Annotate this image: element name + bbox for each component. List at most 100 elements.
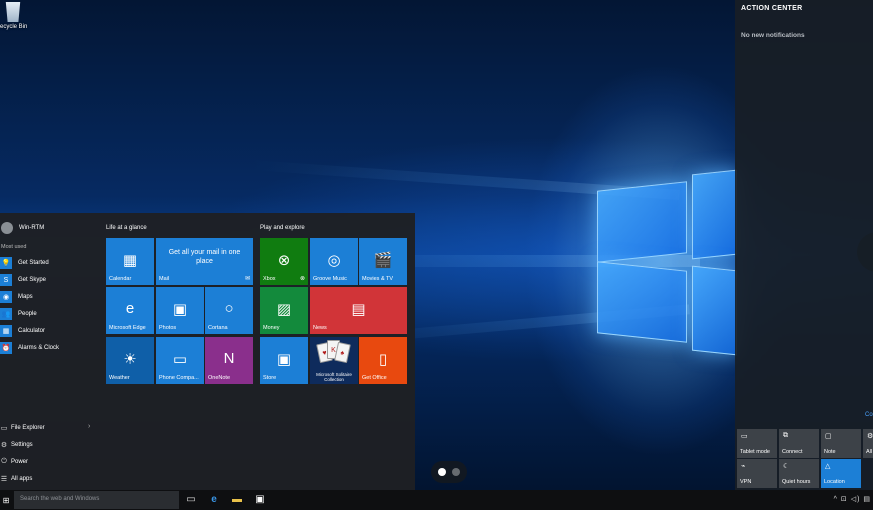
list-item-label: Get Skype: [18, 277, 47, 283]
tile-phone-companion[interactable]: ▭ Phone Compa...: [156, 337, 204, 384]
list-item-label: Maps: [18, 294, 33, 300]
tile-label: Mail: [159, 276, 170, 282]
windows-logo-pane: [597, 181, 687, 263]
connect-icon: ⧉: [783, 432, 788, 439]
quick-action-label: Connect: [782, 449, 803, 455]
list-icon: ☰: [0, 476, 8, 483]
windows-logo-icon: ⊞: [2, 495, 10, 505]
quick-action-vpn[interactable]: ⌁ VPN: [737, 459, 777, 488]
settings-button[interactable]: ⚙ Settings: [0, 439, 33, 451]
windows-logo-pane: [692, 265, 737, 356]
edge-icon: e: [125, 300, 135, 317]
most-used-calculator[interactable]: ▦ Calculator: [0, 324, 45, 338]
file-explorer-label: File Explorer: [11, 425, 45, 431]
most-used-get-started[interactable]: 💡 Get Started: [0, 256, 49, 270]
onenote-icon: N: [223, 350, 235, 367]
task-view-icon[interactable]: ▭: [184, 493, 198, 507]
system-tray: ^ ⊡ ◁) ▤: [834, 495, 871, 503]
tile-cortana[interactable]: ○ Cortana: [205, 287, 253, 334]
start-button[interactable]: ⊞: [0, 490, 12, 510]
quick-action-quiet-hours[interactable]: ☾ Quiet hours: [779, 459, 819, 488]
tile-label: Xbox: [263, 276, 276, 282]
cortana-icon: ○: [224, 300, 234, 317]
group-play-and-explore: Play and explore: [260, 225, 305, 231]
file-explorer-button[interactable]: ▭ File Explorer: [0, 422, 45, 434]
tile-label: Store: [263, 375, 277, 381]
quick-action-label: Tablet mode: [740, 449, 770, 455]
tile-store[interactable]: ▣ Store: [260, 337, 308, 384]
tile-get-office[interactable]: ▯ Get Office: [359, 337, 407, 384]
edge-taskbar-icon[interactable]: e: [207, 493, 221, 507]
tile-solitaire[interactable]: ♥ K ♠ Microsoft Solitaire Collection: [310, 337, 358, 384]
clapperboard-icon: 🎬: [373, 252, 393, 269]
xbox-icon: ⊗: [277, 252, 291, 269]
tile-microsoft-edge[interactable]: e Microsoft Edge: [106, 287, 154, 334]
tile-photos[interactable]: ▣ Photos: [156, 287, 204, 334]
volume-icon[interactable]: ◁): [851, 496, 861, 503]
playing-cards-icon: ♥ K ♠: [316, 340, 351, 366]
windows-logo-pane: [692, 169, 737, 260]
network-icon[interactable]: ⊡: [841, 496, 848, 503]
list-item-label: Alarms & Clock: [18, 345, 60, 351]
tile-groove-music[interactable]: ◎ Groove Music: [310, 238, 358, 285]
quick-action-note[interactable]: ▢ Note: [821, 429, 861, 458]
tile-label: Calendar: [109, 276, 132, 282]
tile-movies-tv[interactable]: 🎬 Movies & TV: [359, 238, 407, 285]
action-center-panel: ACTION CENTER No new notifications Co ▭ …: [735, 0, 873, 490]
list-item-label: People: [18, 311, 37, 317]
tile-label: Groove Music: [313, 276, 347, 282]
avatar: [1, 222, 13, 234]
tile-weather[interactable]: ☀ Weather: [106, 337, 154, 384]
store-taskbar-icon[interactable]: ▣: [253, 493, 267, 507]
settings-label: Settings: [11, 442, 33, 448]
page-indicator: [431, 461, 467, 483]
location-icon: △: [825, 463, 831, 470]
tile-label: Microsoft Edge: [109, 325, 146, 331]
file-explorer-taskbar-icon[interactable]: ▬: [230, 493, 244, 507]
folder-icon: ▭: [0, 425, 8, 432]
collapse-link[interactable]: Co: [865, 412, 873, 418]
quick-action-label: VPN: [740, 479, 752, 485]
most-used-get-skype[interactable]: S Get Skype: [0, 273, 46, 287]
tile-calendar[interactable]: ▦ Calendar: [106, 238, 154, 285]
power-button[interactable]: ⏻ Power: [0, 456, 28, 468]
quick-action-location[interactable]: △ Location: [821, 459, 861, 488]
vpn-icon: ⌁: [741, 463, 746, 470]
recycle-bin-label: ecycle Bin: [0, 24, 28, 30]
page-dot[interactable]: [452, 468, 460, 476]
no-notifications-text: No new notifications: [741, 32, 805, 39]
quick-action-tablet-mode[interactable]: ▭ Tablet mode: [737, 429, 777, 458]
search-box[interactable]: Search the web and Windows: [14, 491, 179, 509]
mail-icon: ✉: [244, 276, 250, 282]
all-apps-button[interactable]: ☰ All apps: [0, 473, 33, 485]
page-dot-active[interactable]: [438, 468, 446, 476]
start-menu-left-pane: Win-RTM Most used 💡 Get Started S Get Sk…: [0, 213, 100, 490]
tile-news[interactable]: ▤ News: [310, 287, 407, 334]
all-apps-label: All apps: [11, 476, 33, 482]
quick-action-all-settings[interactable]: ⚙ All: [863, 429, 873, 458]
chevron-right-icon[interactable]: ›: [88, 423, 90, 430]
chevron-up-icon[interactable]: ^: [834, 496, 838, 503]
tile-money[interactable]: ▨ Money: [260, 287, 308, 334]
user-account-button[interactable]: Win-RTM: [0, 222, 44, 234]
alarm-icon: ⏰: [0, 342, 12, 354]
most-used-alarms-clock[interactable]: ⏰ Alarms & Clock: [0, 341, 59, 355]
most-used-maps[interactable]: ◉ Maps: [0, 290, 33, 304]
calendar-icon: ▦: [122, 252, 138, 269]
recycle-bin-shortcut[interactable]: ecycle Bin: [0, 0, 30, 30]
tile-mail[interactable]: Get all your mail in one place Mail ✉: [156, 238, 253, 285]
people-icon: 👥: [0, 308, 12, 320]
user-name: Win-RTM: [19, 225, 45, 231]
skype-icon: S: [0, 274, 12, 286]
tile-xbox[interactable]: ⊗ Xbox ⊗: [260, 238, 308, 285]
quick-action-connect[interactable]: ⧉ Connect: [779, 429, 819, 458]
notification-icon[interactable]: ▤: [863, 496, 871, 503]
sun-icon: ☀: [123, 351, 137, 368]
quick-action-label: All: [866, 449, 873, 455]
power-icon: ⏻: [1, 458, 7, 465]
most-used-people[interactable]: 👥 People: [0, 307, 37, 321]
quick-action-label: Note: [824, 449, 836, 455]
windows-logo-pane: [597, 261, 687, 343]
tile-label: Weather: [109, 375, 130, 381]
tile-onenote[interactable]: N OneNote: [205, 337, 253, 384]
